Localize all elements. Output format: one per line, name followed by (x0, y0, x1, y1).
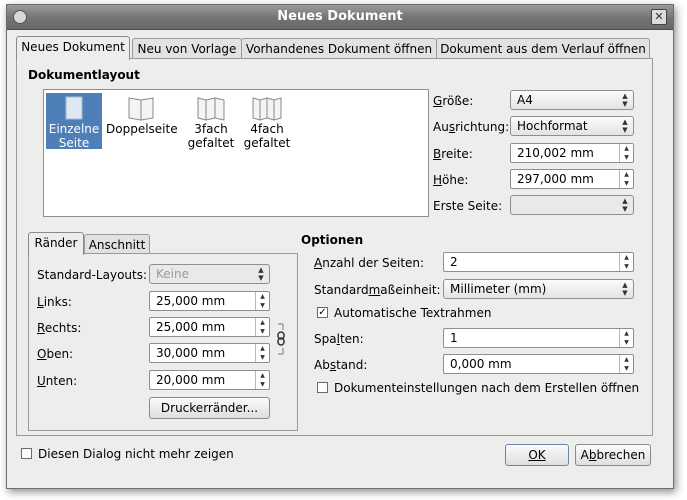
chain-link-icon[interactable] (274, 322, 288, 356)
layout-fourfold[interactable]: 4fach gefaltet (240, 93, 294, 150)
size-combo[interactable]: A4 ▲ ▼ (510, 90, 634, 110)
fourfold-icon (252, 97, 282, 121)
threefold-icon (197, 97, 225, 121)
orientation-combo[interactable]: Hochformat ▲ ▼ (510, 116, 634, 136)
spin-arrows-icon[interactable]: ▲ ▼ (255, 371, 269, 389)
unit-label: Standardmaßeinheit: (314, 283, 441, 297)
tab-open-existing[interactable]: Vorhandenes Dokument öffnen (241, 38, 437, 59)
width-label: Breite: (433, 147, 473, 161)
tab-bleed[interactable]: Anschnitt (84, 234, 150, 255)
combo-arrows-icon: ▲ ▼ (258, 266, 264, 282)
tab-new-document[interactable]: Neues Dokument (16, 36, 130, 60)
left-margin-spinbox[interactable]: 25,000 mm ▲ ▼ (149, 291, 270, 311)
tab-from-template[interactable]: Neu von Vorlage (132, 38, 242, 59)
combo-arrows-icon: ▲ ▼ (622, 92, 628, 108)
bottom-margin-spinbox[interactable]: 20,000 mm ▲ ▼ (149, 370, 270, 390)
right-margin-spinbox[interactable]: 25,000 mm ▲ ▼ (149, 317, 270, 337)
document-layout-title: Dokumentlayout (28, 68, 140, 82)
layout-threefold[interactable]: 3fach gefaltet (184, 93, 238, 150)
layout-single-page[interactable]: Einzelne Seite (46, 93, 102, 150)
window-title: Neues Dokument (277, 9, 403, 24)
height-spinbox[interactable]: 297,000 mm ▲ ▼ (510, 169, 634, 189)
dont-show-label: Diesen Dialog nicht mehr zeigen (38, 447, 234, 461)
document-layout-list[interactable]: Einzelne Seite Doppelseite 3fach gefaltet … (43, 89, 429, 217)
gap-spinbox[interactable]: 0,000 mm ▲ ▼ (443, 354, 634, 374)
bottom-margin-label: Unten: (37, 374, 78, 388)
height-label: Höhe: (433, 173, 469, 187)
spin-arrows-icon[interactable]: ▲ ▼ (619, 144, 633, 162)
spin-arrows-icon[interactable]: ▲ ▼ (255, 318, 269, 336)
width-spinbox[interactable]: 210,002 mm ▲ ▼ (510, 143, 634, 163)
size-label: Größe: (433, 94, 474, 108)
combo-arrows-icon: ▲ ▼ (622, 118, 628, 134)
columns-label: Spalten: (314, 332, 364, 346)
spin-arrows-icon[interactable]: ▲ ▼ (255, 344, 269, 362)
combo-arrows-icon: ▲ ▼ (622, 197, 628, 213)
double-page-icon (128, 97, 154, 121)
single-page-icon (65, 96, 83, 120)
auto-frames-checkbox[interactable]: ✓ (317, 307, 328, 318)
titlebar: Neues Dokument ✕ (7, 5, 673, 30)
spin-arrows-icon[interactable]: ▲ ▼ (619, 329, 633, 347)
spin-arrows-icon[interactable]: ▲ ▼ (619, 170, 633, 188)
std-layouts-label: Standard-Layouts: (37, 268, 148, 282)
spin-arrows-icon[interactable]: ▲ ▼ (619, 253, 633, 271)
columns-spinbox[interactable]: 1 ▲ ▼ (443, 328, 634, 348)
close-icon[interactable]: ✕ (651, 9, 667, 25)
tab-open-recent[interactable]: Dokument aus dem Verlauf öffnen (436, 38, 650, 59)
first-page-combo[interactable]: ▲ ▼ (510, 195, 634, 215)
auto-frames-label: Automatische Textrahmen (334, 306, 492, 320)
gap-label: Abstand: (314, 358, 368, 372)
open-settings-checkbox[interactable] (317, 382, 328, 393)
combo-arrows-icon: ▲ ▼ (622, 281, 628, 297)
options-title: Optionen (301, 233, 364, 247)
tab-margins[interactable]: Ränder (28, 232, 84, 255)
printer-margins-button[interactable]: Druckerränder... (149, 397, 270, 419)
spin-arrows-icon[interactable]: ▲ ▼ (255, 292, 269, 310)
dont-show-checkbox[interactable] (21, 448, 32, 459)
top-margin-label: Oben: (37, 347, 74, 361)
layout-double-page[interactable]: Doppelseite (106, 93, 178, 136)
pages-label: Anzahl der Seiten: (314, 256, 425, 270)
pages-spinbox[interactable]: 2 ▲ ▼ (443, 252, 634, 272)
first-page-label: Erste Seite: (433, 199, 503, 213)
std-layouts-combo[interactable]: Keine ▲ ▼ (149, 264, 270, 284)
cancel-button[interactable]: Abbrechen (575, 444, 651, 466)
right-margin-label: Rechts: (37, 321, 82, 335)
ok-button[interactable]: OK (505, 444, 569, 466)
orientation-label: Ausrichtung: (433, 120, 510, 134)
top-margin-spinbox[interactable]: 30,000 mm ▲ ▼ (149, 343, 270, 363)
left-margin-label: Links: (37, 295, 72, 309)
unit-combo[interactable]: Millimeter (mm) ▲ ▼ (443, 279, 634, 299)
open-settings-label: Dokumenteinstellungen nach dem Erstellen… (334, 381, 640, 395)
spin-arrows-icon[interactable]: ▲ ▼ (619, 355, 633, 373)
